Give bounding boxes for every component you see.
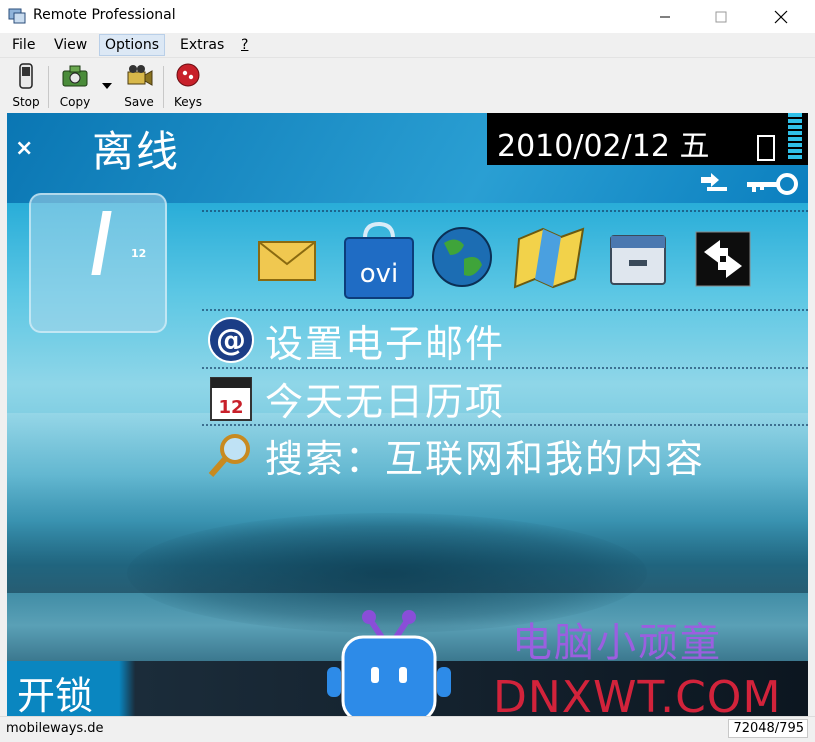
maximize-button[interactable]: [698, 0, 744, 33]
menu-help[interactable]: ?: [236, 35, 253, 55]
close-button[interactable]: [758, 0, 804, 33]
list-item-search[interactable]: 搜索：互联网和我的内容: [205, 429, 705, 481]
stop-label: Stop: [12, 95, 40, 109]
list-item-label: 今天无日历项: [265, 379, 506, 424]
close-icon: [774, 10, 788, 23]
list-item-label: 设置电子邮件: [265, 321, 506, 366]
menu-extras[interactable]: Extras: [175, 35, 229, 55]
signal-icon: [788, 113, 802, 165]
search-icon: [208, 434, 250, 477]
list-item-email-setup[interactable]: @ 设置电子邮件: [205, 314, 505, 366]
menu-file[interactable]: File: [7, 35, 40, 55]
robot-logo-icon: [327, 610, 451, 723]
dropdown-arrow-icon: [102, 83, 112, 89]
svg-text:@: @: [216, 323, 246, 358]
minimize-icon: [660, 16, 670, 17]
phone-stop-icon: [19, 63, 33, 89]
connection-key-icon: [701, 173, 798, 195]
envelope-icon[interactable]: [256, 230, 318, 290]
toolbar: Stop Copy Save Keys: [0, 58, 815, 113]
keys-button[interactable]: Keys: [170, 63, 206, 109]
close-glyph[interactable]: ×: [15, 136, 33, 161]
transfer-icon[interactable]: [694, 230, 752, 288]
save-label: Save: [124, 95, 154, 109]
app-icon: [8, 8, 26, 24]
watermark-chinese: 电脑小顽童: [512, 620, 722, 666]
clock-widget[interactable]: 12: [29, 193, 167, 333]
status-bar: mobileways.de 72048/795: [0, 716, 815, 742]
toolbar-divider: [163, 66, 164, 108]
keys-label: Keys: [173, 95, 202, 109]
date-text: 2010/02/12 五: [497, 129, 710, 164]
minimize-button[interactable]: [642, 0, 688, 33]
battery-icon: [757, 135, 775, 161]
file-manager-icon[interactable]: [607, 230, 669, 290]
ovi-text: ovi: [360, 259, 399, 289]
clock-small-text: 12: [131, 247, 147, 260]
copy-button[interactable]: Copy: [56, 63, 94, 109]
calendar-icon: 12: [210, 377, 252, 421]
copy-label: Copy: [59, 95, 91, 109]
copy-dropdown[interactable]: [98, 76, 116, 90]
divider-line: [202, 210, 808, 212]
menu-bar: File View Options Extras ?: [0, 33, 815, 58]
title-bar: Remote Professional: [0, 0, 815, 33]
keys-icon: [176, 63, 200, 87]
profile-status: 离线: [92, 127, 181, 176]
status-text: mobileways.de: [6, 721, 104, 736]
list-item-label: 搜索：互联网和我的内容: [265, 436, 706, 481]
globe-icon[interactable]: [430, 225, 494, 289]
window-title: Remote Professional: [33, 7, 176, 23]
calendar-day: 12: [218, 397, 243, 418]
clock-hand: [91, 211, 112, 275]
stop-button[interactable]: Stop: [8, 63, 44, 109]
maximize-icon: [715, 11, 727, 22]
ovi-store-icon[interactable]: ovi: [343, 220, 415, 300]
camera-icon: [62, 65, 88, 87]
video-camera-icon: [127, 65, 153, 86]
softkey-unlock[interactable]: 开锁: [17, 665, 93, 716]
at-sign-icon: @: [208, 317, 254, 363]
maps-icon[interactable]: [513, 225, 585, 289]
save-button[interactable]: Save: [120, 63, 158, 109]
status-counter: 72048/795: [728, 719, 808, 738]
divider-line: [202, 309, 808, 311]
toolbar-divider: [48, 66, 49, 108]
menu-view[interactable]: View: [49, 35, 92, 55]
menu-options[interactable]: Options: [99, 34, 166, 56]
list-item-calendar[interactable]: 12 今天无日历项: [205, 372, 505, 424]
